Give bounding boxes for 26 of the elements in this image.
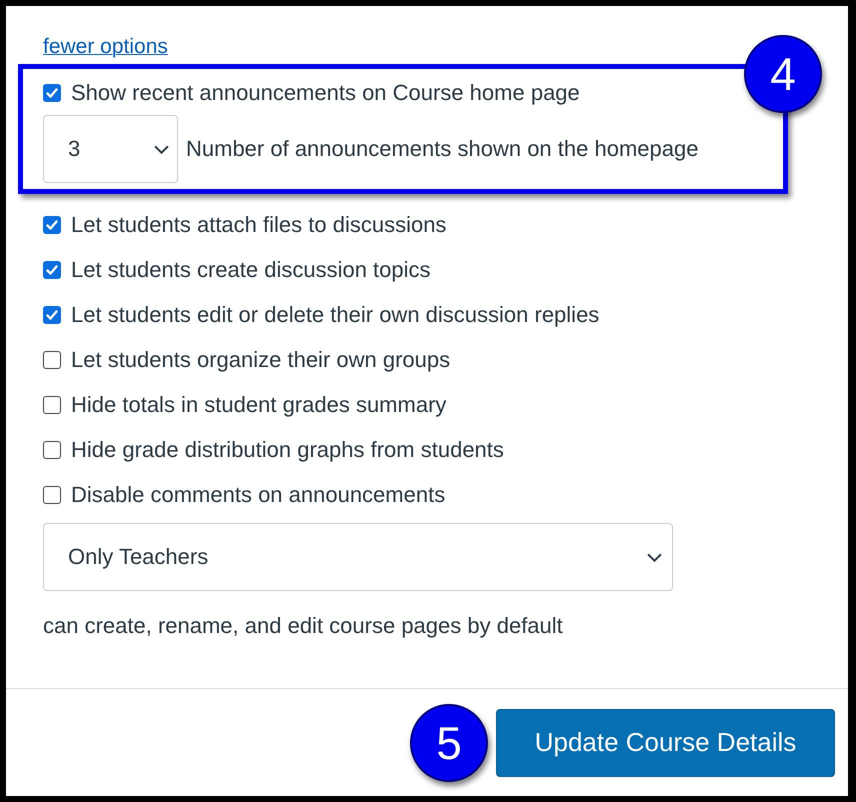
chevron-down-icon	[154, 144, 169, 154]
checkbox[interactable]	[43, 350, 61, 368]
select-label: Number of announcements shown on the homepage	[186, 136, 698, 162]
checkbox[interactable]	[43, 440, 61, 458]
option-label: Show recent announcements on Course home page	[71, 80, 580, 106]
chevron-down-icon	[647, 552, 662, 562]
checkbox[interactable]	[43, 216, 61, 234]
checkbox[interactable]	[43, 396, 61, 414]
option-label: Let students organize their own groups	[71, 346, 450, 372]
option-label: Hide grade distribution graphs from students	[71, 436, 504, 462]
checkbox[interactable]	[43, 260, 61, 278]
callout-badge: 5	[410, 704, 488, 782]
option-label: Let students create discussion topics	[71, 256, 431, 282]
update-course-details-button[interactable]: Update Course Details	[496, 708, 835, 776]
fewer-options-link[interactable]: fewer options	[43, 34, 168, 60]
checkbox[interactable]	[43, 486, 61, 504]
option-label: Let students edit or delete their own discussion replies	[71, 302, 600, 328]
pages-permission-select[interactable]: Only Teachers	[43, 523, 673, 591]
select-caption: can create, rename, and edit course pages by default	[43, 613, 564, 639]
option-label: Disable comments on announcements	[71, 482, 446, 508]
option-label: Let students attach files to discussions	[71, 212, 446, 238]
checkbox[interactable]	[43, 306, 61, 324]
count-select[interactable]: 3	[43, 115, 178, 183]
option-label: Hide totals in student grades summary	[71, 392, 446, 418]
callout-badge: 4	[744, 35, 822, 113]
checkbox[interactable]	[43, 84, 61, 102]
